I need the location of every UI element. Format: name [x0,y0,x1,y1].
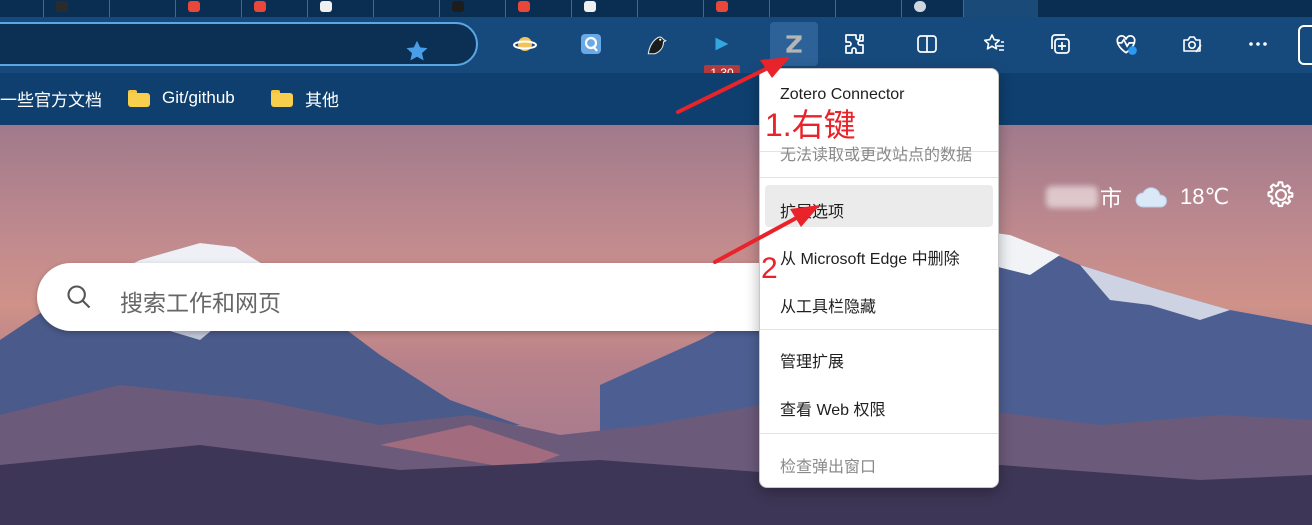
menu-item-inspect-popup: 检查弹出窗口 [780,459,877,476]
settings-gear-icon[interactable] [1264,178,1298,212]
address-bar[interactable] [0,22,478,66]
browser-tab[interactable] [242,0,308,17]
weather-widget[interactable]: 市 18℃ [1046,182,1229,212]
folder-icon [271,89,293,107]
split-screen-icon[interactable] [909,26,945,62]
extension-bird-icon[interactable] [639,26,675,62]
bookmark-label: 一些官方文档 [0,90,102,110]
extension-planet-icon[interactable] [507,26,543,62]
browser-tab[interactable] [572,0,638,17]
extension-play-icon[interactable] [703,26,739,62]
more-options-icon[interactable] [1240,26,1276,62]
bookmark-folder[interactable]: Git/github [128,87,235,109]
tab-favicon-icon [56,1,68,12]
tab-favicon-icon [518,1,530,12]
browser-tab[interactable] [902,0,964,17]
zotero-connector-icon[interactable] [770,22,818,66]
tab-favicon-icon [452,1,464,12]
browser-tab-active[interactable] [964,0,1038,17]
browser-toolbar: 1.30 [0,17,1312,81]
sidebar-toggle-icon[interactable] [1298,25,1312,65]
search-placeholder: 搜索工作和网页 [120,290,281,316]
favorites-icon[interactable] [976,26,1012,62]
extensions-puzzle-icon[interactable] [837,26,873,62]
annotation-step-2: 2 [761,252,778,285]
browser-tab[interactable] [308,0,374,17]
browser-essentials-icon[interactable] [1108,26,1144,62]
extension-translate-icon[interactable] [573,26,609,62]
browser-tab[interactable] [506,0,572,17]
menu-item-view-web-permissions[interactable]: 查看 Web 权限 [780,396,886,420]
menu-item-hide-from-toolbar[interactable]: 从工具栏隐藏 [780,293,876,317]
feedback-icon[interactable] [1174,26,1210,62]
browser-tab[interactable] [440,0,506,17]
menu-item-extension-options[interactable]: 扩展选项 [780,198,844,222]
folder-icon [128,89,150,107]
bookmark-label: Git/github [162,88,235,107]
temperature: 18℃ [1180,184,1230,209]
browser-tab[interactable] [110,0,176,17]
bookmark-item[interactable]: 一些官方文档 [0,87,102,110]
browser-tab[interactable] [374,0,440,17]
bookmark-folder[interactable]: 其他 [271,87,339,110]
tab-favicon-icon [716,1,728,12]
blurred-city-name [1046,186,1098,208]
bookmarks-bar: 一些官方文档 Git/github 其他 [0,73,1312,125]
tab-favicon-icon [914,1,926,12]
menu-divider [760,177,998,178]
collections-icon[interactable] [1042,26,1078,62]
annotation-step-1: 1.右键 [765,107,856,143]
browser-tab[interactable] [0,0,44,17]
tab-favicon-icon [584,1,596,12]
bookmark-label: 其他 [305,90,339,110]
tab-favicon-icon [188,1,200,12]
menu-divider [760,329,998,330]
menu-item-manage-extensions[interactable]: 管理扩展 [780,348,844,372]
search-icon [67,285,91,309]
menu-divider [760,433,998,434]
city-suffix: 市 [1100,186,1123,211]
browser-tab[interactable] [704,0,770,17]
browser-tab[interactable] [176,0,242,17]
web-search-box[interactable]: 搜索工作和网页 [37,263,797,331]
tab-favicon-icon [254,1,266,12]
browser-tab[interactable] [770,0,836,17]
menu-item-remove-from-edge[interactable]: 从 Microsoft Edge 中删除 [780,245,960,269]
tab-favicon-icon [320,1,332,12]
cloud-icon [1135,187,1168,208]
favorite-star-icon[interactable] [404,38,430,64]
browser-tab[interactable] [836,0,902,17]
tab-strip [0,0,1312,17]
browser-tab[interactable] [44,0,110,17]
browser-tab[interactable] [638,0,704,17]
